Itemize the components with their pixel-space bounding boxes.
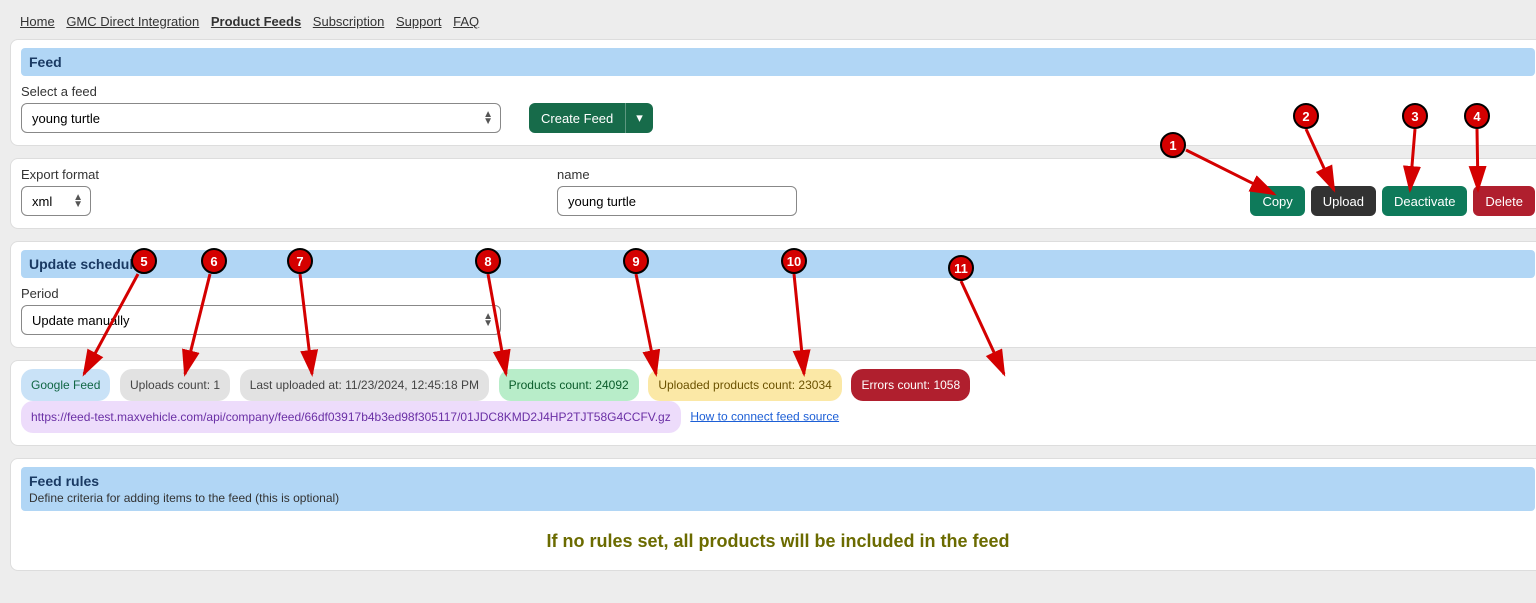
select-feed-wrap: ▲▼ [21, 103, 501, 133]
copy-button[interactable]: Copy [1250, 186, 1304, 216]
select-feed-label: Select a feed [21, 84, 1535, 99]
feed-panel: Feed Select a feed ▲▼ Create Feed ▾ [10, 39, 1536, 146]
badge-last-upload: Last uploaded at: 11/23/2024, 12:45:18 P… [240, 369, 489, 401]
top-nav: Home GMC Direct Integration Product Feed… [10, 10, 1536, 39]
nav-product-feeds[interactable]: Product Feeds [211, 14, 301, 29]
create-feed-button[interactable]: Create Feed [529, 103, 625, 133]
schedule-header: Update schedule [21, 250, 1535, 278]
badge-products: Products count: 24092 [499, 369, 639, 401]
create-feed-caret-button[interactable]: ▾ [625, 103, 653, 133]
rules-panel: Feed rules Define criteria for adding it… [10, 458, 1536, 571]
nav-subscription[interactable]: Subscription [313, 14, 385, 29]
period-select[interactable] [21, 305, 501, 335]
rules-header-sub: Define criteria for adding items to the … [29, 491, 1527, 505]
period-label: Period [21, 286, 1535, 301]
badge-uploaded: Uploaded products count: 23034 [648, 369, 841, 401]
nav-home[interactable]: Home [20, 14, 55, 29]
badge-errors: Errors count: 1058 [851, 369, 970, 401]
badge-feed-type: Google Feed [21, 369, 110, 401]
deactivate-button[interactable]: Deactivate [1382, 186, 1467, 216]
export-panel: Export format ▲▼ name Copy Upload Deacti… [10, 158, 1536, 229]
delete-button[interactable]: Delete [1473, 186, 1535, 216]
name-input[interactable] [557, 186, 797, 216]
nav-support[interactable]: Support [396, 14, 442, 29]
howto-link[interactable]: How to connect feed source [690, 409, 839, 423]
badge-url: https://feed-test.maxvehicle.com/api/com… [21, 401, 681, 433]
feed-header: Feed [21, 48, 1535, 76]
rules-header-title: Feed rules [29, 473, 99, 489]
name-label: name [557, 167, 797, 182]
feed-actions: Copy Upload Deactivate Delete [1250, 186, 1535, 216]
status-panel: Google Feed Uploads count: 1 Last upload… [10, 360, 1536, 446]
upload-button[interactable]: Upload [1311, 186, 1376, 216]
export-format-select[interactable] [21, 186, 91, 216]
chevron-down-icon: ▾ [636, 110, 643, 126]
export-format-label: Export format [21, 167, 99, 182]
badge-uploads: Uploads count: 1 [120, 369, 230, 401]
schedule-panel: Update schedule Period ▲▼ [10, 241, 1536, 348]
select-feed[interactable] [21, 103, 501, 133]
create-feed-split: Create Feed ▾ [529, 103, 653, 133]
rules-header: Feed rules Define criteria for adding it… [21, 467, 1535, 511]
nav-gmc[interactable]: GMC Direct Integration [66, 14, 199, 29]
nav-faq[interactable]: FAQ [453, 14, 479, 29]
